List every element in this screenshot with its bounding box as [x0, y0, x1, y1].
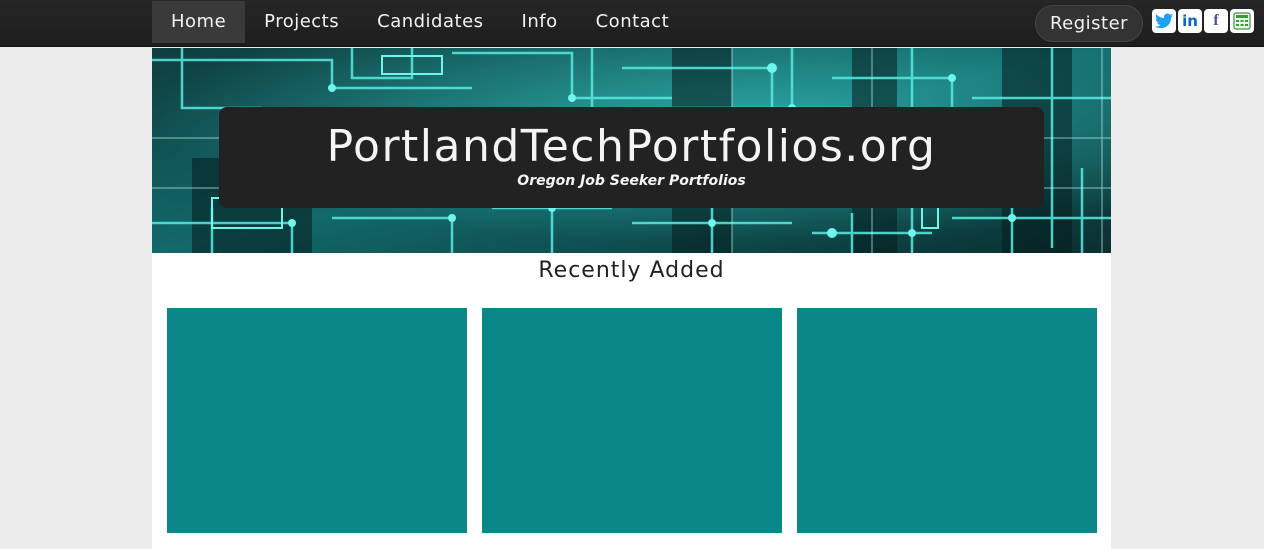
- main-content: PortlandTechPortfolios.org Oregon Job Se…: [152, 48, 1111, 549]
- twitter-icon[interactable]: [1152, 9, 1176, 33]
- site-title-box: PortlandTechPortfolios.org Oregon Job Se…: [219, 107, 1044, 208]
- site-title[interactable]: PortlandTechPortfolios.org: [219, 121, 1044, 173]
- recent-card[interactable]: [482, 308, 782, 533]
- nav-item-home[interactable]: Home: [152, 1, 246, 43]
- recent-card[interactable]: [167, 308, 467, 533]
- nav-item-contact[interactable]: Contact: [577, 1, 689, 43]
- facebook-icon[interactable]: f: [1204, 9, 1228, 33]
- social-links: in f: [1152, 9, 1254, 33]
- linkedin-icon[interactable]: in: [1178, 9, 1202, 33]
- calculator-icon[interactable]: [1230, 9, 1254, 33]
- main-nav: Home Projects Candidates Info Contact: [152, 1, 688, 43]
- site-tagline: Oregon Job Seeker Portfolios: [517, 173, 746, 189]
- top-navigation-bar: Home Projects Candidates Info Contact Re…: [0, 0, 1264, 47]
- nav-item-candidates[interactable]: Candidates: [358, 1, 502, 43]
- nav-item-info[interactable]: Info: [503, 1, 577, 43]
- recent-card[interactable]: [797, 308, 1097, 533]
- register-button[interactable]: Register: [1035, 5, 1143, 42]
- nav-item-projects[interactable]: Projects: [245, 1, 358, 43]
- recent-cards: [167, 308, 1097, 533]
- hero-banner: PortlandTechPortfolios.org Oregon Job Se…: [152, 48, 1111, 253]
- recently-added-heading: Recently Added: [538, 258, 725, 283]
